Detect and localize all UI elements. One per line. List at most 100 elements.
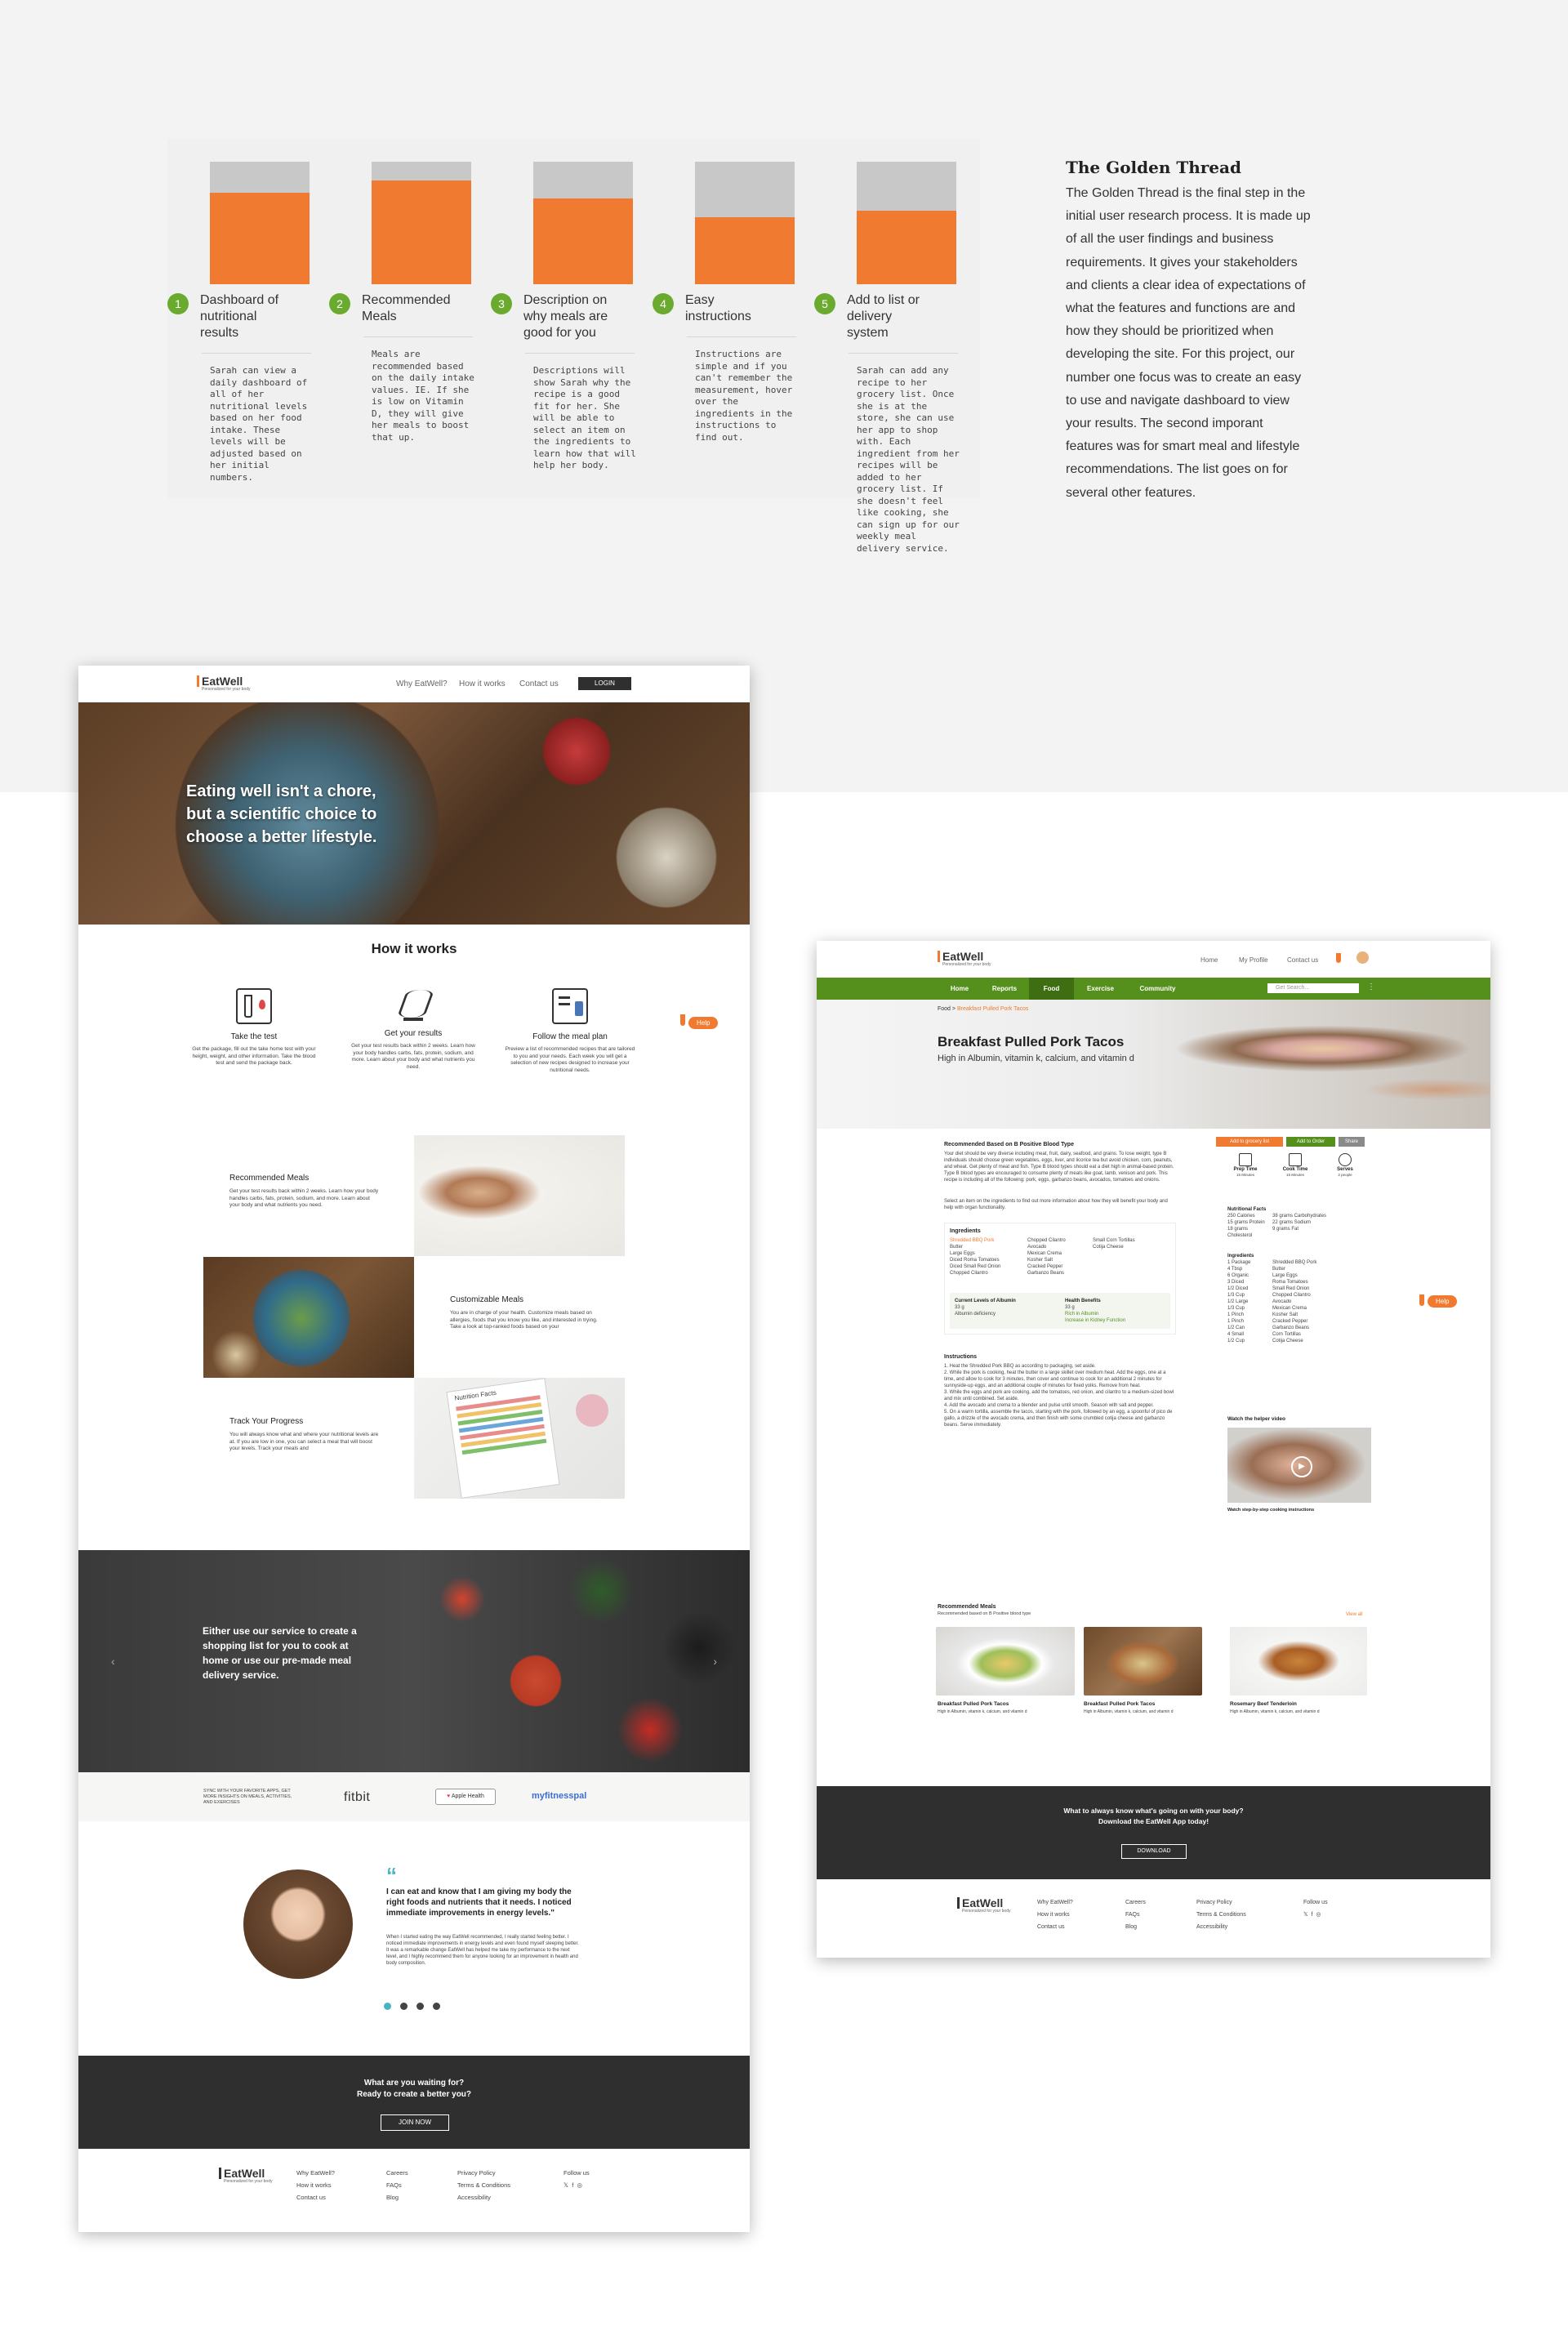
ingredient-link[interactable]: Large Eggs xyxy=(950,1250,1027,1257)
benefit-item: Rich in Albumin xyxy=(1065,1312,1099,1317)
breadcrumb-leaf: Breakfast Pulled Pork Tacos xyxy=(956,1006,1029,1012)
how-it-works-title: How it works xyxy=(371,941,457,956)
more-icon[interactable]: ⋮ xyxy=(1367,983,1375,991)
tab-home[interactable]: Home xyxy=(939,978,980,1000)
footer-link[interactable]: FAQs xyxy=(1125,1909,1146,1921)
nav-why-eatwell[interactable]: Why EatWell? xyxy=(396,680,448,688)
footer-link[interactable]: Careers xyxy=(386,2167,408,2179)
tab-exercise[interactable]: Exercise xyxy=(1074,978,1127,1000)
meal-thumb[interactable] xyxy=(1084,1627,1202,1695)
instruction-step: 5. On a warm tortilla, assemble the taco… xyxy=(944,1410,1173,1428)
footer-link[interactable]: How it works xyxy=(296,2179,335,2191)
carousel-dot[interactable] xyxy=(433,2003,440,2010)
footer-link[interactable]: Blog xyxy=(1125,1921,1146,1933)
eatwell-logo[interactable]: EatWell Personalized for your body xyxy=(938,950,991,967)
feature-title: Take the test xyxy=(230,1032,278,1041)
meal-thumb[interactable] xyxy=(936,1627,1075,1695)
carousel-dot[interactable] xyxy=(384,2003,391,2010)
search-input[interactable]: Get Search... xyxy=(1267,983,1359,993)
footer-link[interactable]: Why EatWell? xyxy=(1037,1896,1073,1909)
footer-link[interactable]: Accessibility xyxy=(1196,1921,1246,1933)
nutrition-facts: Nutritional Facts 250 Calories 38 grams C… xyxy=(1227,1206,1366,1239)
footer-link[interactable]: Terms & Conditions xyxy=(1196,1909,1246,1921)
view-all-link[interactable]: View all xyxy=(1346,1612,1363,1617)
levels-status: Albumin deficiency xyxy=(955,1312,996,1317)
levels-value: 33 g xyxy=(955,1305,964,1310)
divider xyxy=(849,353,958,354)
footer-link[interactable]: Privacy Policy xyxy=(457,2167,510,2179)
tab-community[interactable]: Community xyxy=(1127,978,1188,1000)
ingredient-link[interactable]: Shredded BBQ Pork xyxy=(950,1237,1027,1244)
footer-link[interactable]: Contact us xyxy=(296,2191,335,2203)
footer-link[interactable]: Contact us xyxy=(1037,1921,1073,1933)
nav-contact-us[interactable]: Contact us xyxy=(1287,956,1318,964)
meal-name[interactable]: Rosemary Beef Tenderloin xyxy=(1230,1701,1297,1707)
feature-desc: Get the package, fill out the take home … xyxy=(192,1046,316,1066)
divider xyxy=(687,336,796,337)
nav-home[interactable]: Home xyxy=(1200,956,1218,964)
recommended-sub: Recommended based on B Positive blood ty… xyxy=(938,1611,1031,1616)
ingredient-link[interactable]: Garbanzo Beans xyxy=(1027,1270,1093,1277)
carousel-dot[interactable] xyxy=(416,2003,424,2010)
instagram-icon[interactable]: ◎ xyxy=(1316,1912,1321,1918)
footer-link[interactable]: How it works xyxy=(1037,1909,1073,1921)
ingredient-link[interactable]: Cotija Cheese xyxy=(1093,1244,1158,1250)
tab-reports[interactable]: Reports xyxy=(980,978,1029,1000)
nav-my-profile[interactable]: My Profile xyxy=(1239,956,1268,964)
ingredient-link[interactable]: Cracked Pepper xyxy=(1027,1263,1093,1270)
eatwell-logo[interactable]: EatWell Personalized for your body xyxy=(197,675,250,692)
help-button[interactable]: Help xyxy=(1428,1295,1458,1308)
facebook-icon[interactable]: f xyxy=(1312,1912,1313,1918)
footer-link[interactable]: Careers xyxy=(1125,1896,1146,1909)
instagram-icon[interactable]: ◎ xyxy=(577,2181,582,2189)
testimonial-body: When I started eating the way EatWell re… xyxy=(386,1935,579,1966)
ingredient-link[interactable]: Chopped Cilantro xyxy=(1027,1237,1093,1244)
app-line-2: Download the EatWell App today! xyxy=(1098,1817,1209,1825)
meal-name[interactable]: Breakfast Pulled Pork Tacos xyxy=(938,1701,1009,1707)
footer-logo[interactable]: EatWell Personalized for your body xyxy=(219,2167,272,2184)
ingredient-link[interactable]: Mexican Crema xyxy=(1027,1250,1093,1257)
facebook-icon[interactable]: f xyxy=(572,2181,573,2189)
ingredient-link[interactable]: Kosher Salt xyxy=(1027,1257,1093,1263)
carousel-dot[interactable] xyxy=(400,2003,408,2010)
chevron-left-icon[interactable]: ‹ xyxy=(111,1655,115,1668)
share-button[interactable]: Share xyxy=(1339,1137,1365,1147)
carrot-icon[interactable] xyxy=(1336,953,1341,963)
nav-contact-us[interactable]: Contact us xyxy=(519,680,559,688)
ingredient-link[interactable]: Chopped Cilantro xyxy=(950,1270,1027,1277)
landing-nav: EatWell Personalized for your body Why Ea… xyxy=(78,666,750,702)
help-button[interactable]: Help xyxy=(688,1017,719,1029)
ingredient-link[interactable]: Avocado xyxy=(1027,1244,1093,1250)
breadcrumb-root[interactable]: Food xyxy=(938,1006,951,1012)
ingredient-link[interactable]: Small Corn Tortillas xyxy=(1093,1237,1158,1244)
ingredient-link[interactable]: Butter xyxy=(950,1244,1027,1250)
chevron-right-icon[interactable]: › xyxy=(713,1655,717,1668)
add-to-grocery-button[interactable]: Add to grocery list xyxy=(1216,1137,1283,1147)
meal-thumb[interactable] xyxy=(1230,1627,1367,1695)
ingredient-link[interactable]: Diced Roma Tomatoes xyxy=(950,1257,1027,1263)
footer-link[interactable]: FAQs xyxy=(386,2179,408,2191)
twitter-icon[interactable]: 𝕏 xyxy=(1303,1912,1308,1918)
footer-link[interactable]: Why EatWell? xyxy=(296,2167,335,2179)
footer-logo[interactable]: EatWell Personalized for your body xyxy=(957,1896,1010,1914)
footer-link[interactable]: Terms & Conditions xyxy=(457,2179,510,2191)
benefits-title: Health Benefits xyxy=(1065,1299,1101,1303)
meal-name[interactable]: Breakfast Pulled Pork Tacos xyxy=(1084,1701,1155,1707)
download-button[interactable]: DOWNLOAD xyxy=(1121,1844,1187,1859)
ingredient-link[interactable]: Diced Small Red Onion xyxy=(950,1263,1027,1270)
footer-link[interactable]: Accessibility xyxy=(457,2191,510,2203)
footer-link[interactable]: Privacy Policy xyxy=(1196,1896,1246,1909)
avatar[interactable] xyxy=(1356,951,1369,964)
twitter-icon[interactable]: 𝕏 xyxy=(564,2181,568,2189)
nav-how-it-works[interactable]: How it works xyxy=(459,680,506,688)
login-button[interactable]: LOGIN xyxy=(578,677,631,690)
play-icon[interactable]: ▶ xyxy=(1291,1456,1312,1477)
footer-link[interactable]: Blog xyxy=(386,2191,408,2203)
footer-col-1: Why EatWell? How it works Contact us xyxy=(1037,1896,1073,1933)
add-to-order-button[interactable]: Add to Order xyxy=(1286,1137,1335,1147)
join-now-button[interactable]: JOIN NOW xyxy=(381,2114,449,2131)
tab-food[interactable]: Food xyxy=(1029,978,1074,1000)
helper-video[interactable]: ▶ xyxy=(1227,1428,1371,1503)
recipe-subtitle: High in Albumin, vitamin k, calcium, and… xyxy=(938,1054,1134,1063)
footer-follow: Follow us 𝕏 f ◎ xyxy=(564,2167,590,2191)
